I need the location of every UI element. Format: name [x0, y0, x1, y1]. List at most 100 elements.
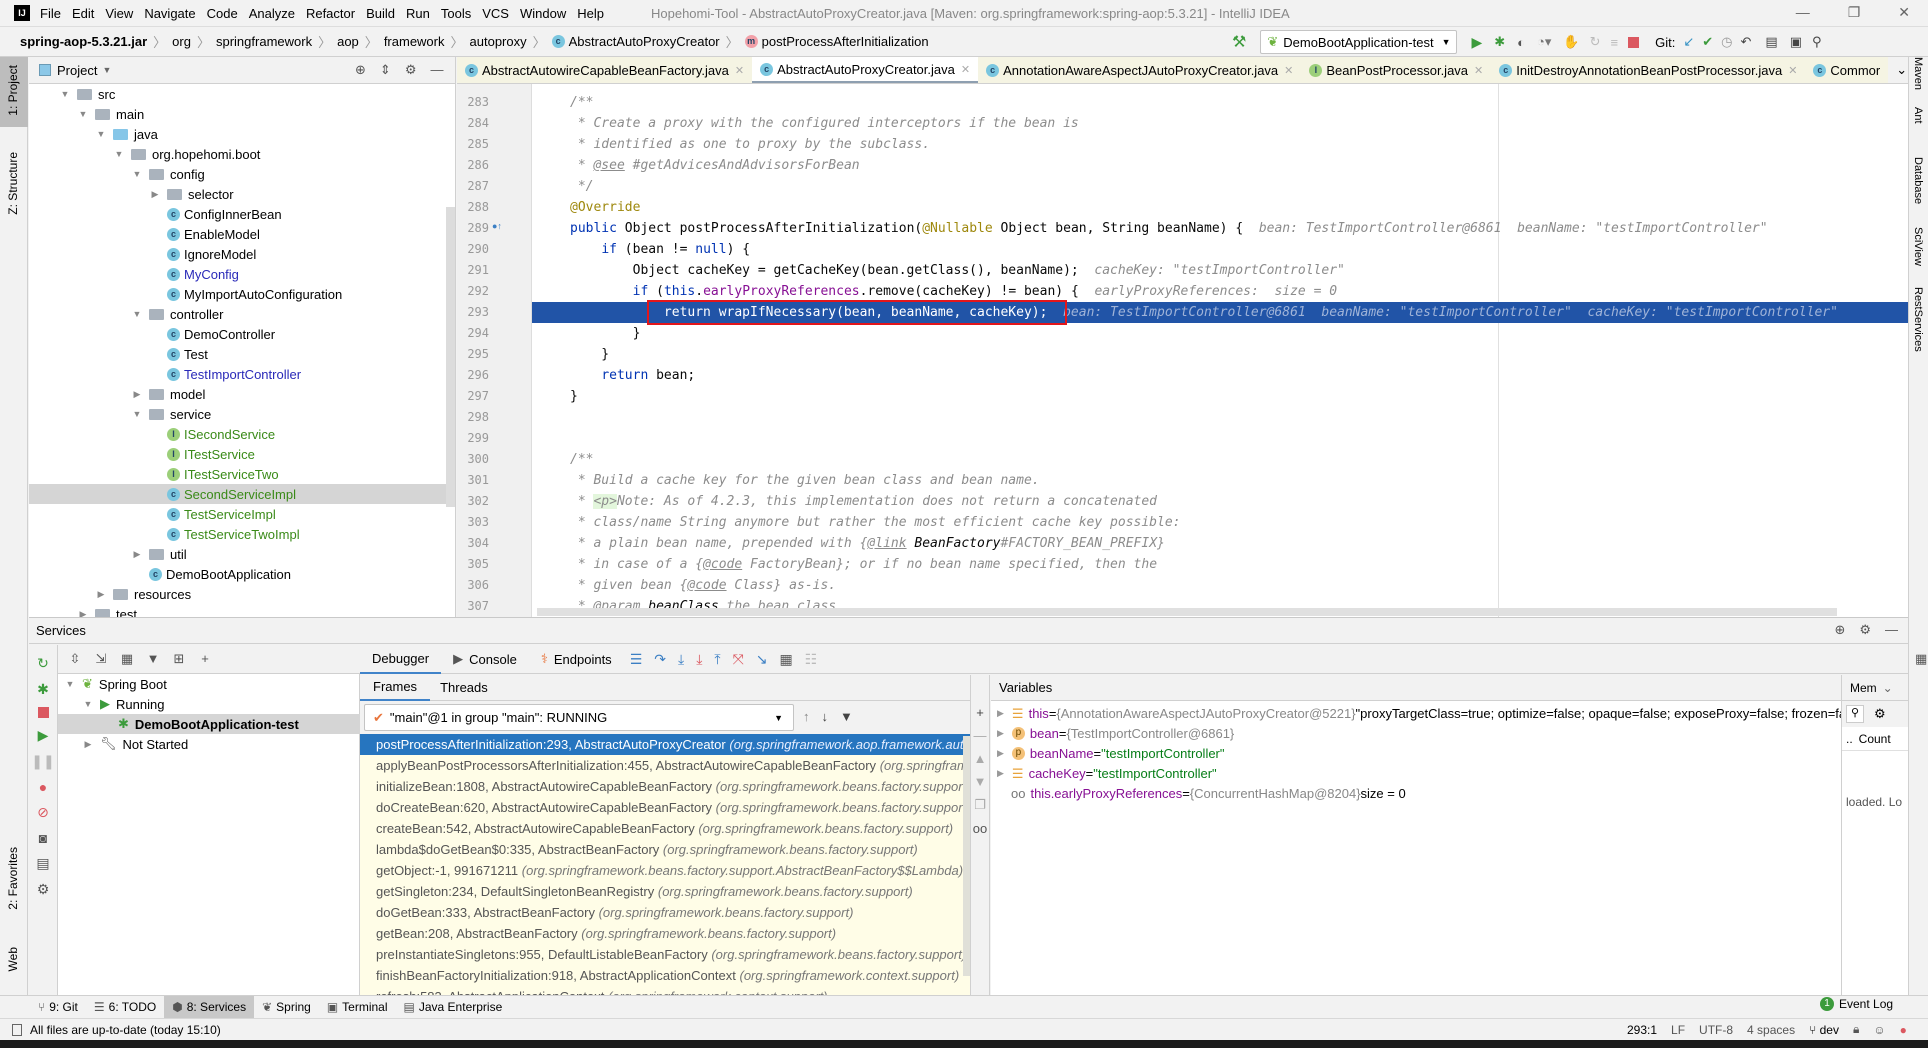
editor-tab[interactable]: c Commor: [1805, 57, 1889, 83]
tree-item[interactable]: ▼ controller: [29, 304, 455, 324]
close-button[interactable]: ✕: [1898, 4, 1910, 21]
code-area[interactable]: /** * Create a proxy with the configured…: [457, 84, 1908, 617]
remove-watch-icon[interactable]: —: [974, 728, 987, 743]
arrow-icon[interactable]: ▶: [82, 739, 94, 750]
tree-item[interactable]: ▶ model: [29, 384, 455, 404]
chevron-down-icon[interactable]: ⌄: [1883, 681, 1893, 695]
expanded-arrow-icon[interactable]: ▼: [131, 169, 143, 179]
debug-icon[interactable]: ✱: [1494, 34, 1505, 50]
tab-endpoints[interactable]: ⚕ Endpoints: [529, 645, 624, 674]
git-history-icon[interactable]: ◷: [1721, 34, 1732, 50]
menu-analyze[interactable]: Analyze: [249, 6, 295, 21]
pause-icon[interactable]: ❚❚: [31, 753, 54, 770]
arrow-icon[interactable]: ▼: [82, 699, 94, 709]
service-item[interactable]: ▼ ▶ Running: [58, 694, 360, 714]
stop-icon[interactable]: [37, 707, 49, 718]
group-by-icon[interactable]: ▦: [119, 651, 135, 667]
expanded-arrow-icon[interactable]: ▼: [131, 409, 143, 419]
tool-structure[interactable]: Z: Structure: [6, 152, 20, 215]
tree-item[interactable]: c DemoBootApplication: [29, 564, 455, 584]
stack-frame[interactable]: doGetBean:333, AbstractBeanFactory (org.…: [360, 902, 970, 923]
tree-item[interactable]: ▼ config: [29, 164, 455, 184]
layout-icon[interactable]: ▤: [36, 855, 49, 872]
tool-spring[interactable]: ❦ Spring: [254, 996, 319, 1019]
stack-frame[interactable]: getBean:208, AbstractBeanFactory (org.sp…: [360, 923, 970, 944]
expanded-arrow-icon[interactable]: ▼: [113, 149, 125, 159]
override-marker-icon[interactable]: ●↑: [492, 221, 502, 231]
column-count[interactable]: Count: [1859, 732, 1891, 746]
editor-tab[interactable]: c AnnotationAwareAspectJAutoProxyCreator.…: [978, 57, 1302, 83]
variable-row[interactable]: oo this.earlyProxyReferences = {Concurren…: [991, 783, 1406, 804]
tab-console[interactable]: ▶ Console: [441, 645, 529, 674]
tree-item[interactable]: c MyImportAutoConfiguration: [29, 284, 455, 304]
error-icon[interactable]: ●: [1900, 1023, 1907, 1037]
filter-icon[interactable]: ▼: [145, 651, 161, 667]
evaluate-icon[interactable]: ▦: [780, 651, 793, 668]
breadcrumb-item[interactable]: aop: [337, 34, 359, 49]
stack-frame[interactable]: getSingleton:234, DefaultSingletonBeanRe…: [360, 881, 970, 902]
service-item[interactable]: ▼ ❦ Spring Boot: [58, 674, 360, 694]
stack-frame[interactable]: initializeBean:1808, AbstractAutowireCap…: [360, 776, 970, 797]
menu-vcs[interactable]: VCS: [482, 6, 509, 21]
menu-refactor[interactable]: Refactor: [306, 6, 355, 21]
gear-icon[interactable]: ⚙: [1859, 622, 1871, 638]
project-scrollbar[interactable]: [446, 207, 455, 507]
indent-setting[interactable]: 4 spaces: [1747, 1023, 1795, 1037]
expanded-arrow-icon[interactable]: ▼: [95, 129, 107, 139]
breadcrumb-item[interactable]: framework: [384, 34, 445, 49]
maximize-button[interactable]: ❐: [1848, 4, 1861, 21]
tree-item[interactable]: ▶ selector: [29, 184, 455, 204]
inspector-icon[interactable]: ☺: [1873, 1023, 1885, 1037]
copy-icon[interactable]: ❐: [974, 797, 986, 813]
search-icon[interactable]: ⚲: [1846, 705, 1864, 723]
stack-frame[interactable]: finishBeanFactoryInitialization:918, Abs…: [360, 965, 970, 986]
tree-item[interactable]: I ITestServiceTwo: [29, 464, 455, 484]
locate-icon[interactable]: ⊕: [355, 62, 366, 78]
tree-item[interactable]: ▼ org.hopehomi.boot: [29, 144, 455, 164]
step-over-icon[interactable]: ↷: [654, 651, 666, 668]
git-update-icon[interactable]: ↙: [1683, 34, 1694, 50]
glasses-icon[interactable]: oo: [973, 821, 987, 836]
tree-item[interactable]: ▼ java: [29, 124, 455, 144]
collapse-all-icon[interactable]: ⇲: [93, 651, 109, 667]
close-tab-icon[interactable]: ✕: [1788, 64, 1797, 77]
chevron-down-icon[interactable]: ▼: [102, 65, 111, 75]
step-out-icon[interactable]: ⤒: [714, 651, 720, 668]
tool-favorites[interactable]: 2: Favorites: [6, 847, 20, 910]
tree-item[interactable]: c SecondServiceImpl: [29, 484, 455, 504]
menu-tools[interactable]: Tools: [441, 6, 471, 21]
tree-item[interactable]: c DemoController: [29, 324, 455, 344]
tool-database[interactable]: Database: [1912, 157, 1924, 204]
collapse-icon[interactable]: ⇕: [380, 62, 391, 78]
tool-java-enterprise[interactable]: ▤ Java Enterprise: [396, 996, 511, 1019]
tab-memory[interactable]: Mem: [1850, 681, 1877, 695]
trace-icon[interactable]: ☷: [805, 651, 818, 668]
lock-icon[interactable]: 🔒︎: [1853, 1022, 1859, 1037]
rerun-icon[interactable]: ↻: [1590, 34, 1601, 50]
close-tab-icon[interactable]: ✕: [1284, 64, 1293, 77]
menu-build[interactable]: Build: [366, 6, 395, 21]
service-item[interactable]: ▶ 🔧︎ Not Started: [58, 734, 360, 754]
close-tab-icon[interactable]: ✕: [1474, 64, 1483, 77]
expanded-arrow-icon[interactable]: ▼: [131, 309, 143, 319]
breadcrumb-class[interactable]: AbstractAutoProxyCreator: [569, 34, 720, 49]
stack-frame[interactable]: createBean:542, AbstractAutowireCapableB…: [360, 818, 970, 839]
variable-row[interactable]: ▶ ☰ this = {AnnotationAwareAspectJAutoProx…: [991, 703, 1867, 724]
editor-tab[interactable]: c InitDestroyAnnotationBeanPostProcessor.…: [1491, 57, 1806, 83]
profile-icon[interactable]: ◔▾: [1537, 34, 1551, 50]
project-structure-icon[interactable]: ▤: [1765, 34, 1777, 50]
tree-item[interactable]: I ISecondService: [29, 424, 455, 444]
stop-icon[interactable]: [1628, 36, 1640, 48]
tree-item[interactable]: c TestImportController: [29, 364, 455, 384]
menu-help[interactable]: Help: [577, 6, 604, 21]
tool-project[interactable]: 1: Project: [6, 65, 20, 116]
run-icon[interactable]: ▶: [1471, 34, 1482, 51]
arrow-icon[interactable]: ▼: [64, 679, 76, 689]
stack-frame[interactable]: getObject:-1, 991671211 (org.springframe…: [360, 860, 970, 881]
tool-maven[interactable]: Maven: [1912, 57, 1924, 90]
tab-list-icon[interactable]: ⌄: [1896, 62, 1907, 78]
menu-code[interactable]: Code: [207, 6, 238, 21]
variable-row[interactable]: ▶ p beanName = "testImportController": [991, 743, 1225, 764]
breadcrumb-method[interactable]: postProcessAfterInitialization: [762, 34, 929, 49]
event-log-button[interactable]: 1 Event Log: [1820, 997, 1893, 1011]
